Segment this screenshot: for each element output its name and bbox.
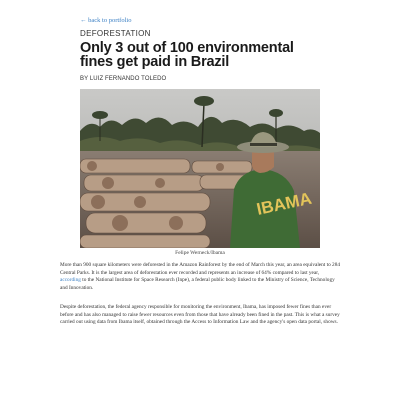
paragraph-1-text-end: to the National Institute for Space Rese… bbox=[60, 277, 335, 291]
article-category: DEFORESTATION bbox=[80, 29, 151, 38]
article-photo: IBAMA bbox=[80, 89, 320, 248]
photo-caption: Felipe Werneck/Ibama bbox=[175, 250, 225, 256]
article-paragraph-1: More than 900 square kilometers were def… bbox=[60, 262, 340, 292]
article-byline: BY LUIZ FERNANDO TOLEDO bbox=[80, 76, 167, 82]
article-title: Only 3 out of 100 environmental fines ge… bbox=[80, 40, 294, 70]
article-page: ← back to portfolio DEFORESTATION Only 3… bbox=[0, 0, 400, 400]
back-to-portfolio-link[interactable]: ← back to portfolio bbox=[80, 17, 131, 24]
paragraph-1-text-start: More than 900 square kilometers were def… bbox=[60, 262, 340, 276]
according-link[interactable]: according bbox=[60, 277, 81, 283]
article-paragraph-2: Despite deforestation, the federal agenc… bbox=[60, 304, 340, 326]
